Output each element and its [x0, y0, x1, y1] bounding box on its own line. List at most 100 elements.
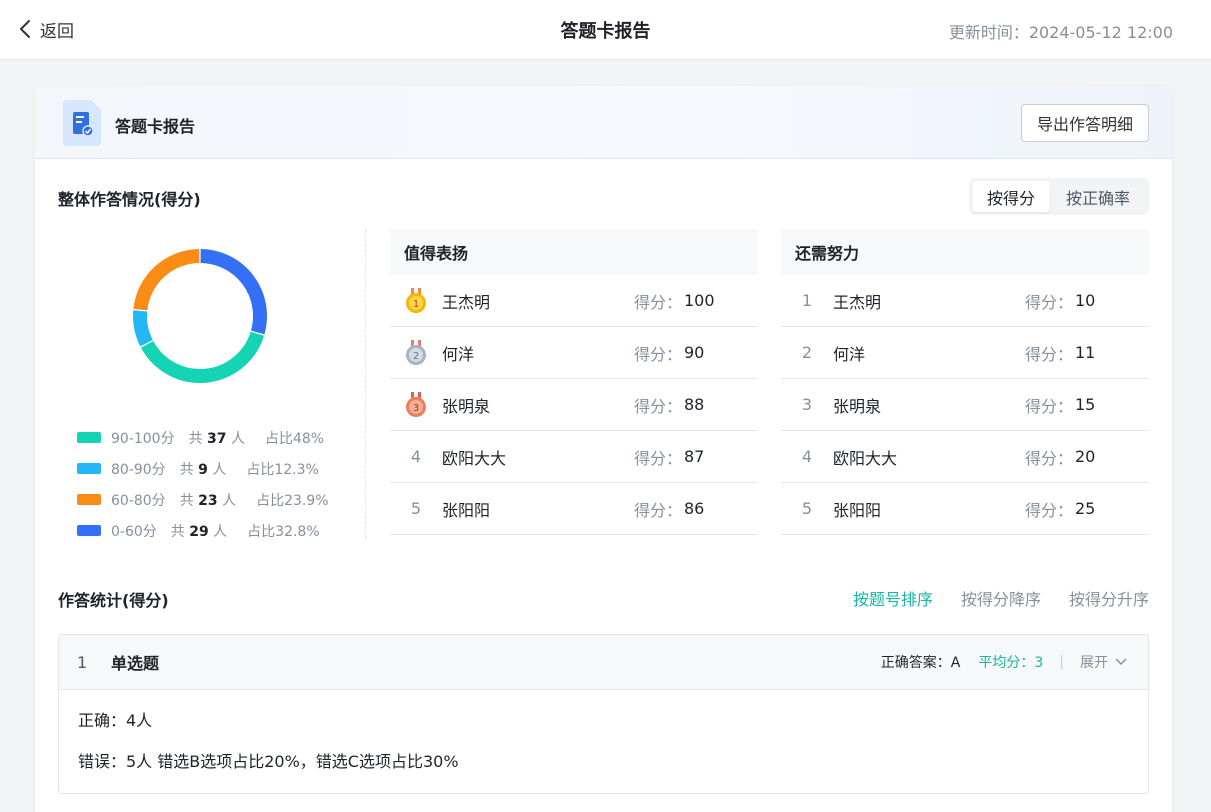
- card-header: 答题卡报告 导出作答明细: [35, 86, 1172, 159]
- svg-text:3: 3: [413, 403, 419, 414]
- table-row[interactable]: 1 王杰明 得分： 10: [781, 275, 1149, 327]
- student-name: 张阳阳: [833, 500, 882, 520]
- legend-count: 共 23 人: [179, 492, 237, 509]
- donut-slice-80-90分: [133, 310, 153, 347]
- score-value: 20: [1075, 447, 1096, 466]
- donut-slice-90-100分: [140, 331, 265, 383]
- score-label: 得分：: [1025, 448, 1074, 468]
- correct-count: 正确：4人: [78, 711, 153, 730]
- table-row[interactable]: 3 张明泉 得分： 15: [781, 379, 1149, 431]
- sort-by-score-desc-tab[interactable]: 按得分降序: [961, 586, 1041, 610]
- score-label: 得分：: [634, 396, 683, 416]
- chevron-left-icon: [20, 20, 30, 38]
- score-label: 得分：: [634, 344, 683, 364]
- toggle-by-score[interactable]: 按得分: [972, 181, 1050, 212]
- praise-table: 值得表扬 1 王杰明 得分： 100 2 何洋 得分： 90 3 张明泉 得分：…: [390, 229, 758, 535]
- question-header: 1 单选题 正确答案：A 平均分：3 | 展开: [59, 635, 1148, 690]
- bronze-medal-icon: 3: [390, 391, 442, 418]
- score-label: 得分：: [634, 500, 683, 520]
- table-row[interactable]: 5 张阳阳 得分： 25: [781, 483, 1149, 535]
- rank-number: 4: [410, 447, 422, 466]
- score-value: 100: [684, 291, 715, 310]
- card-title: 答题卡报告: [115, 117, 196, 136]
- back-label: 返回: [40, 21, 74, 42]
- score-value: 86: [684, 499, 705, 518]
- table-row[interactable]: 2 何洋 得分： 90: [390, 327, 758, 379]
- donut-slice-0-60分: [200, 249, 267, 335]
- sort-by-number-tab[interactable]: 按题号排序: [853, 586, 933, 610]
- score-label: 得分：: [1025, 500, 1074, 520]
- student-name: 张阳阳: [442, 500, 491, 520]
- improve-table: 还需努力 1 王杰明 得分： 10 2 何洋 得分： 11 3 张明泉 得分： …: [781, 229, 1149, 535]
- student-name: 欧阳大大: [442, 448, 507, 468]
- student-name: 欧阳大大: [833, 448, 898, 468]
- score-mode-toggle: 按得分 按正确率: [969, 178, 1149, 215]
- table-row[interactable]: 2 何洋 得分： 11: [781, 327, 1149, 379]
- expand-label: 展开: [1080, 655, 1108, 671]
- legend-count: 共 9 人: [179, 461, 227, 478]
- rank-number: 3: [801, 395, 813, 414]
- back-button[interactable]: 返回: [18, 16, 74, 42]
- improve-title: 还需努力: [781, 229, 1149, 275]
- stats-title: 作答统计(得分): [58, 591, 169, 610]
- score-value: 87: [684, 447, 705, 466]
- legend-ratio: 占比32.8%: [247, 523, 320, 540]
- donut-slice-60-80分: [133, 249, 200, 311]
- legend-ratio: 占比12.3%: [246, 461, 319, 478]
- legend-range: 0-60分: [111, 523, 157, 540]
- section-divider: [365, 229, 366, 539]
- legend-swatch: [77, 432, 101, 443]
- legend-swatch: [77, 525, 101, 536]
- score-value: 25: [1075, 499, 1096, 518]
- top-bar: 返回 答题卡报告 更新时间：2024-05-12 12:00: [0, 0, 1211, 60]
- legend-range: 60-80分: [111, 492, 166, 509]
- expand-button[interactable]: 展开: [1080, 652, 1128, 672]
- question-type: 单选题: [111, 654, 160, 673]
- legend-item: 80-90分 共 9 人 占比12.3%: [77, 453, 329, 484]
- export-button[interactable]: 导出作答明细: [1021, 104, 1149, 142]
- student-name: 何洋: [833, 344, 866, 364]
- score-label: 得分：: [1025, 344, 1074, 364]
- table-row[interactable]: 3 张明泉 得分： 88: [390, 379, 758, 431]
- toggle-by-accuracy[interactable]: 按正确率: [1050, 181, 1146, 212]
- score-value: 10: [1075, 291, 1096, 310]
- student-name: 张明泉: [442, 396, 491, 416]
- table-row[interactable]: 4 欧阳大大 得分： 87: [390, 431, 758, 483]
- rank-number: 5: [801, 499, 813, 518]
- praise-title: 值得表扬: [390, 229, 758, 275]
- table-row[interactable]: 4 欧阳大大 得分： 20: [781, 431, 1149, 483]
- correct-answer: 正确答案：A: [880, 655, 961, 671]
- legend-ratio: 占比48%: [264, 430, 325, 447]
- average-score: 平均分：3: [978, 655, 1044, 671]
- question-card: 1 单选题 正确答案：A 平均分：3 | 展开 正确：4人 错误：5人 错选B选…: [58, 634, 1149, 794]
- score-label: 得分：: [1025, 292, 1074, 312]
- legend-range: 80-90分: [111, 461, 166, 478]
- legend-count: 共 29 人: [170, 523, 228, 540]
- overview-title: 整体作答情况(得分): [58, 190, 201, 209]
- donut-legend: 90-100分 共 37 人 占比48% 80-90分 共 9 人 占比12.3…: [77, 422, 329, 546]
- rank-number: 1: [801, 291, 813, 310]
- table-row[interactable]: 1 王杰明 得分： 100: [390, 275, 758, 327]
- chevron-down-icon: [1115, 658, 1127, 666]
- rank-number: 5: [410, 499, 422, 518]
- score-value: 15: [1075, 395, 1096, 414]
- svg-text:2: 2: [413, 351, 419, 362]
- legend-count: 共 37 人: [188, 430, 245, 447]
- table-row[interactable]: 5 张阳阳 得分： 86: [390, 483, 758, 535]
- score-label: 得分：: [1025, 396, 1074, 416]
- silver-medal-icon: 2: [390, 339, 442, 366]
- score-value: 90: [684, 343, 705, 362]
- score-value: 88: [684, 395, 705, 414]
- gold-medal-icon: 1: [390, 287, 442, 314]
- student-name: 何洋: [442, 344, 475, 364]
- score-value: 11: [1075, 343, 1096, 362]
- sort-by-score-asc-tab[interactable]: 按得分升序: [1069, 586, 1149, 610]
- document-icon: [63, 100, 101, 146]
- report-card: 答题卡报告 导出作答明细 整体作答情况(得分) 按得分 按正确率 90-100分…: [35, 86, 1172, 812]
- sort-tabs: 按题号排序 按得分降序 按得分升序: [853, 586, 1149, 610]
- legend-swatch: [77, 463, 101, 474]
- svg-text:1: 1: [413, 299, 419, 310]
- legend-swatch: [77, 494, 101, 505]
- legend-range: 90-100分: [111, 430, 175, 447]
- legend-item: 0-60分 共 29 人 占比32.8%: [77, 515, 329, 546]
